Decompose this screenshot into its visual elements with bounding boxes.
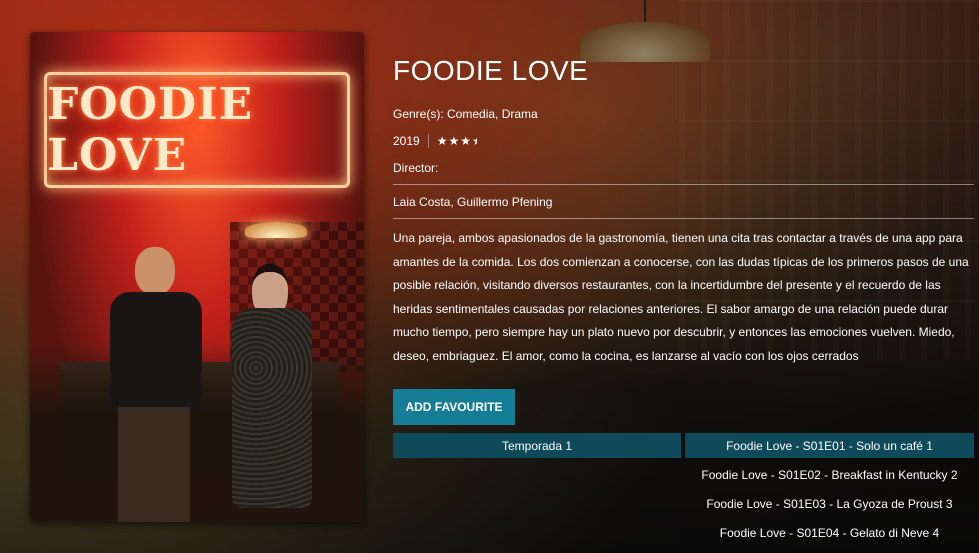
poster-woman-figure <box>222 264 322 522</box>
episode-item[interactable]: Foodie Love - S01E02 - Breakfast in Kent… <box>685 462 974 487</box>
episode-item[interactable]: Foodie Love - S01E01 - Solo un café 1 <box>685 433 974 458</box>
poster-man-figure <box>100 247 210 522</box>
cast-list: Laia Costa, Guillermo Pfening <box>393 195 553 209</box>
release-year: 2019 <box>393 134 429 148</box>
episode-item[interactable]: Foodie Love - S01E04 - Gelato di Neve 4 <box>685 520 974 545</box>
director-label: Director: <box>393 161 439 175</box>
episode-item[interactable]: Foodie Love - S01E03 - La Gyoza de Prous… <box>685 491 974 516</box>
star-icons: ★★★ <box>436 134 472 148</box>
genres-label: Genre(s): Comedia, Drama <box>393 107 538 121</box>
poster-neon-sign: FOODIE LOVE <box>44 72 350 188</box>
meta-row: 2019 ★★★★ <box>393 134 477 148</box>
half-star-icon: ★ <box>472 134 477 148</box>
star-rating: ★★★★ <box>429 134 477 148</box>
poster-lamp <box>245 222 307 238</box>
episode-list: Foodie Love - S01E01 - Solo un café 1 Fo… <box>685 433 974 549</box>
movie-poster: FOODIE LOVE <box>30 32 364 522</box>
divider <box>393 218 974 219</box>
page-title: FOODIE LOVE <box>393 55 589 86</box>
divider <box>393 184 974 185</box>
poster-title-text: FOODIE LOVE <box>47 79 254 181</box>
add-favourite-button[interactable]: ADD FAVOURITE <box>393 389 515 425</box>
season-tab[interactable]: Temporada 1 <box>393 433 681 458</box>
background-lamp <box>580 0 710 62</box>
synopsis: Una pareja, ambos apasionados de la gast… <box>393 231 969 363</box>
